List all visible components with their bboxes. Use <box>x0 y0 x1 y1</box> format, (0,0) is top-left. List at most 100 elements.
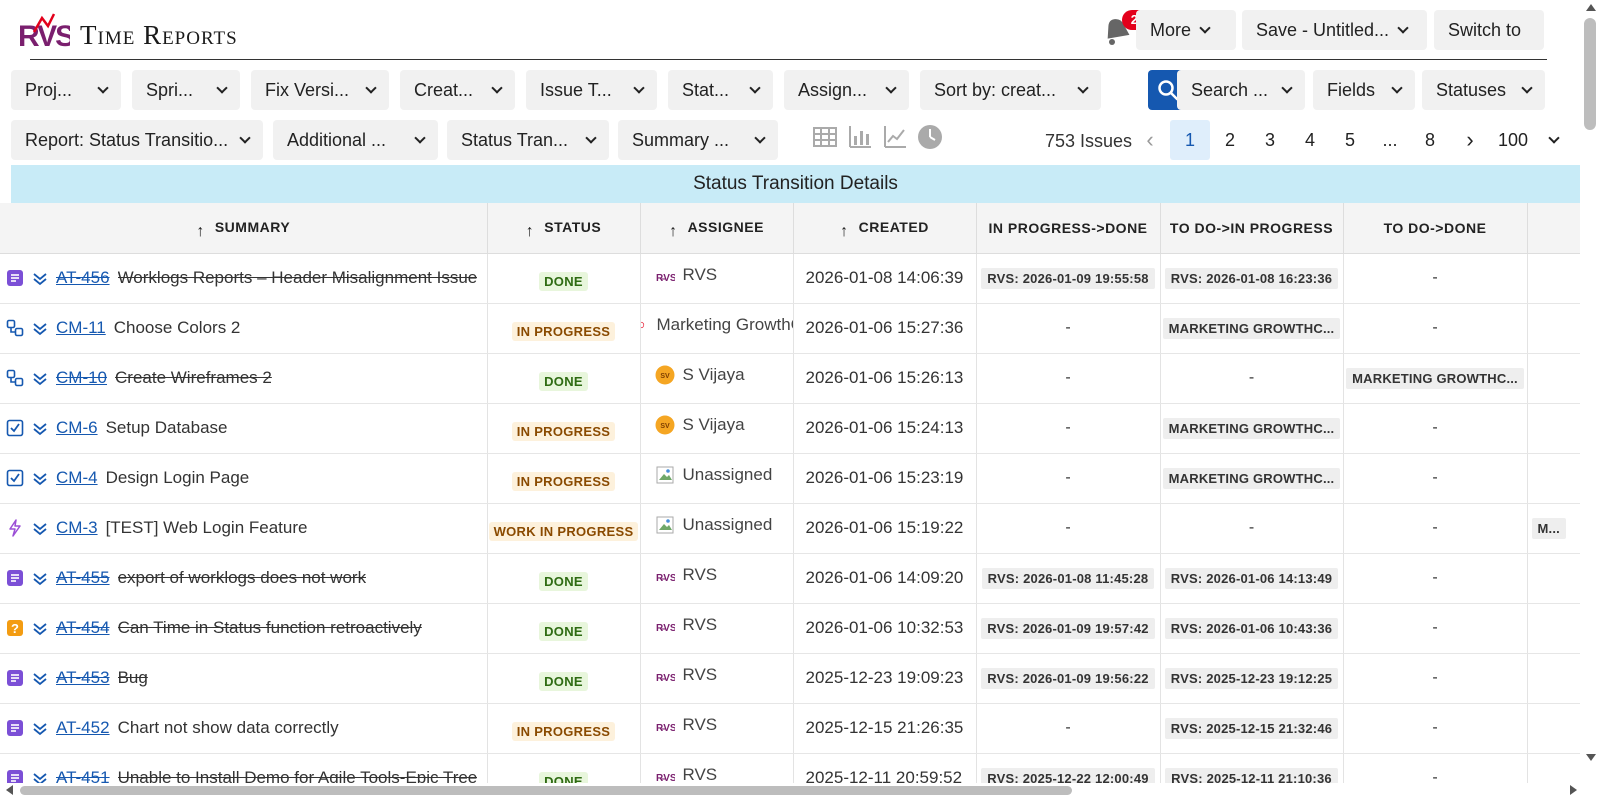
table-row[interactable]: AT-451 Unable to Install Demo for Agile T… <box>0 753 1580 783</box>
empty-value: - <box>1432 619 1438 636</box>
table-row[interactable]: AT-453 Bug DONE R̶VS RVS 2025-12-23 19:09:23 R… <box>0 653 1580 704</box>
empty-value: - <box>1432 419 1438 436</box>
story-issue-icon <box>7 670 23 686</box>
issue-key-link[interactable]: AT-455 <box>56 568 110 588</box>
more-button[interactable]: More <box>1136 10 1236 50</box>
priority-low-icon <box>33 323 47 336</box>
scroll-left-icon[interactable] <box>6 785 13 795</box>
table-row[interactable]: AT-455 export of worklogs does not work DO… <box>0 553 1580 604</box>
chevron-down-icon <box>885 82 897 94</box>
empty-value: - <box>1432 269 1438 286</box>
clock-icon[interactable] <box>917 124 943 150</box>
vertical-scroll-thumb[interactable] <box>1584 18 1596 130</box>
table-row[interactable]: CM-3 [TEST] Web Login Feature WORK IN PROG… <box>0 503 1580 554</box>
page-3-button[interactable]: 3 <box>1250 120 1290 160</box>
summary-column-header[interactable]: ↑ SUMMARY <box>0 203 488 254</box>
rvs-avatar-icon: R̶VS <box>656 623 675 634</box>
issue-type-filter[interactable]: Issue T... <box>526 70 657 110</box>
fix-version-filter[interactable]: Fix Versi... <box>251 70 389 110</box>
svg-text:RVS: RVS <box>18 20 70 50</box>
project-filter[interactable]: Proj... <box>11 70 121 110</box>
line-chart-icon[interactable] <box>882 124 908 150</box>
scroll-down-icon[interactable] <box>1586 754 1596 761</box>
todo-in-progress-column-header[interactable]: TO DO->IN PROGRESS <box>1160 203 1344 254</box>
prev-page-button[interactable]: ‹ <box>1130 120 1170 160</box>
status-column-header[interactable]: ↑ STATUS <box>487 203 641 254</box>
statuses-dropdown[interactable]: Statuses <box>1422 70 1545 110</box>
transition-chip: MARKETING GROWTHC... <box>1162 417 1341 439</box>
table-row[interactable]: CM-6 Setup Database IN PROGRESS SV S Vijaya 2… <box>0 403 1580 454</box>
summary-header-label: SUMMARY <box>214 218 291 235</box>
in-progress-done-column-header[interactable]: IN PROGRESS->DONE <box>976 203 1161 254</box>
issue-key-link[interactable]: AT-454 <box>56 618 110 638</box>
search-dropdown[interactable]: Search ... <box>1177 70 1305 110</box>
fields-dropdown-label: Fields <box>1327 79 1376 100</box>
page-2-button[interactable]: 2 <box>1210 120 1250 160</box>
switch-to-button[interactable]: Switch to <box>1434 10 1544 50</box>
extra-column-header[interactable] <box>1527 203 1580 254</box>
page-1-button[interactable]: 1 <box>1170 120 1210 160</box>
section-title: Status Transition Details <box>11 165 1580 203</box>
page-title: Time Reports <box>80 20 238 50</box>
table-row[interactable]: ? AT-454 Can Time in Status function retro… <box>0 603 1580 654</box>
report-type-dropdown[interactable]: Report: Status Transitio... <box>11 120 263 160</box>
rvs-avatar-icon: R̶VS <box>656 673 675 684</box>
scroll-up-icon[interactable] <box>1586 4 1596 11</box>
issue-key-link[interactable]: CM-3 <box>56 518 98 538</box>
priority-low-icon <box>33 373 47 386</box>
table-row[interactable]: CM-4 Design Login Page IN PROGRESS Unassign… <box>0 453 1580 504</box>
page-5-button[interactable]: 5 <box>1330 120 1370 160</box>
issue-key-link[interactable]: CM-6 <box>56 418 98 438</box>
scroll-right-icon[interactable] <box>1570 785 1577 795</box>
sort-by-dropdown[interactable]: Sort by: creat... <box>920 70 1101 110</box>
created-column-header[interactable]: ↑ CREATED <box>793 203 977 254</box>
chevron-down-icon <box>1521 82 1533 94</box>
summary-dropdown[interactable]: Summary ... <box>618 120 778 160</box>
issue-key-link[interactable]: CM-11 <box>56 318 106 338</box>
rvs-avatar-icon: R̶VS <box>656 723 675 734</box>
table-row[interactable]: CM-11 Choose Colors 2 IN PROGRESS Marketing… <box>0 303 1580 354</box>
svg-text:R̶VS: R̶VS <box>656 723 675 734</box>
assignee-filter[interactable]: Assign... <box>784 70 909 110</box>
bar-chart-icon[interactable] <box>847 124 873 150</box>
table-row[interactable]: CM-10 Create Wireframes 2 DONE SV S Vijaya 20… <box>0 353 1580 404</box>
page-4-button[interactable]: 4 <box>1290 120 1330 160</box>
issue-key-link[interactable]: AT-453 <box>56 668 110 688</box>
transition-chip: RVS: 2026-01-08 16:23:36 <box>1164 267 1339 289</box>
issue-key-link[interactable]: AT-452 <box>56 718 110 738</box>
additional-dropdown[interactable]: Additional ... <box>273 120 438 160</box>
summary-cell: CM-3 [TEST] Web Login Feature <box>0 503 488 554</box>
horizontal-scroll-thumb[interactable] <box>20 786 1072 795</box>
status-badge: DONE <box>539 671 588 691</box>
todo-done-column-header[interactable]: TO DO->DONE <box>1343 203 1528 254</box>
created-cell: 2026-01-06 10:32:53 <box>793 603 977 654</box>
created-filter[interactable]: Creat... <box>400 70 515 110</box>
page-8-button[interactable]: 8 <box>1410 120 1450 160</box>
issue-key-link[interactable]: CM-4 <box>56 468 98 488</box>
status-transition-dropdown[interactable]: Status Tran... <box>447 120 609 160</box>
table-view-icon[interactable] <box>812 124 838 150</box>
assignee-column-header[interactable]: ↑ ASSIGNEE <box>640 203 794 254</box>
issue-title: Bug <box>117 668 148 687</box>
rvs-logo[interactable]: RVS <box>18 10 70 50</box>
sprint-filter[interactable]: Spri... <box>132 70 240 110</box>
sort-arrow-icon: ↑ <box>840 222 849 240</box>
save-report-button[interactable]: Save - Untitled... <box>1242 10 1427 50</box>
table-row[interactable]: AT-452 Chart not show data correctly IN PR… <box>0 703 1580 754</box>
transition-chip: RVS: 2026-01-09 19:57:42 <box>981 617 1155 639</box>
transition-chip: RVS: 2026-01-06 14:13:49 <box>1164 567 1339 589</box>
per-page-select[interactable]: 100 <box>1498 130 1560 151</box>
assignee-cell: Unassigned <box>640 453 794 504</box>
issue-key-link[interactable]: CM-10 <box>56 368 107 388</box>
issue-key-link[interactable]: AT-451 <box>56 768 110 783</box>
fields-dropdown[interactable]: Fields <box>1313 70 1415 110</box>
created-cell: 2026-01-06 15:27:36 <box>793 303 977 354</box>
table-row[interactable]: AT-456 Worklogs Reports – Header Misalign… <box>0 253 1580 304</box>
issue-key-link[interactable]: AT-456 <box>56 268 110 288</box>
status-filter[interactable]: Stat... <box>668 70 773 110</box>
todo-in-progress-cell: RVS: 2026-01-06 14:13:49 <box>1160 553 1344 604</box>
next-page-button[interactable]: › <box>1450 120 1490 160</box>
extra-cell <box>1527 603 1580 654</box>
extra-cell <box>1527 753 1580 783</box>
summary-cell: AT-451 Unable to Install Demo for Agile T… <box>0 753 488 783</box>
